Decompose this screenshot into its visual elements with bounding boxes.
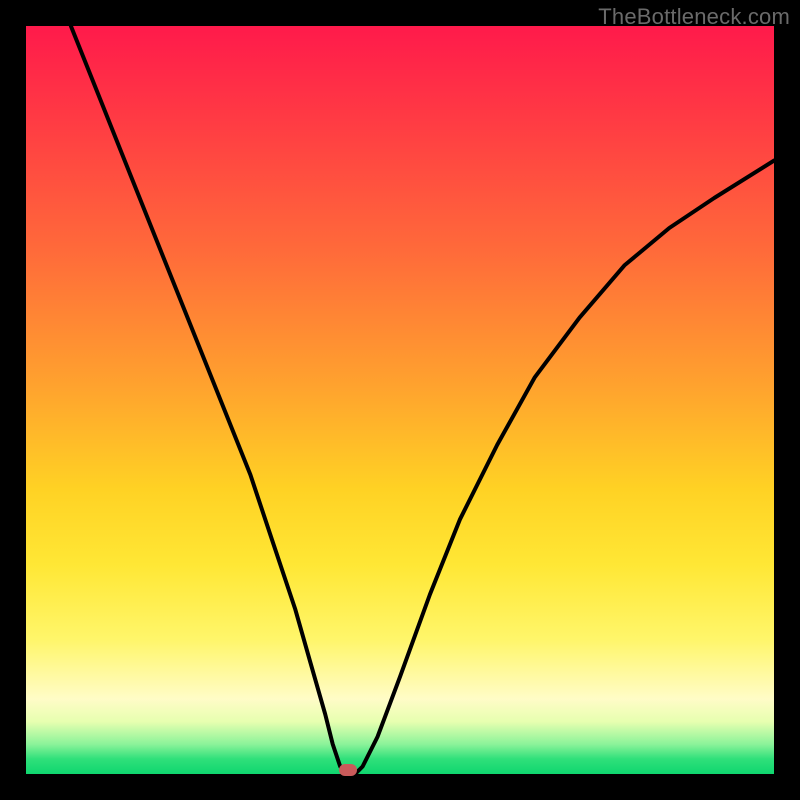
chart-plot-area	[26, 26, 774, 774]
watermark-text: TheBottleneck.com	[598, 4, 790, 30]
bottleneck-curve	[26, 26, 774, 774]
optimal-marker-icon	[339, 764, 357, 776]
chart-frame: TheBottleneck.com	[0, 0, 800, 800]
